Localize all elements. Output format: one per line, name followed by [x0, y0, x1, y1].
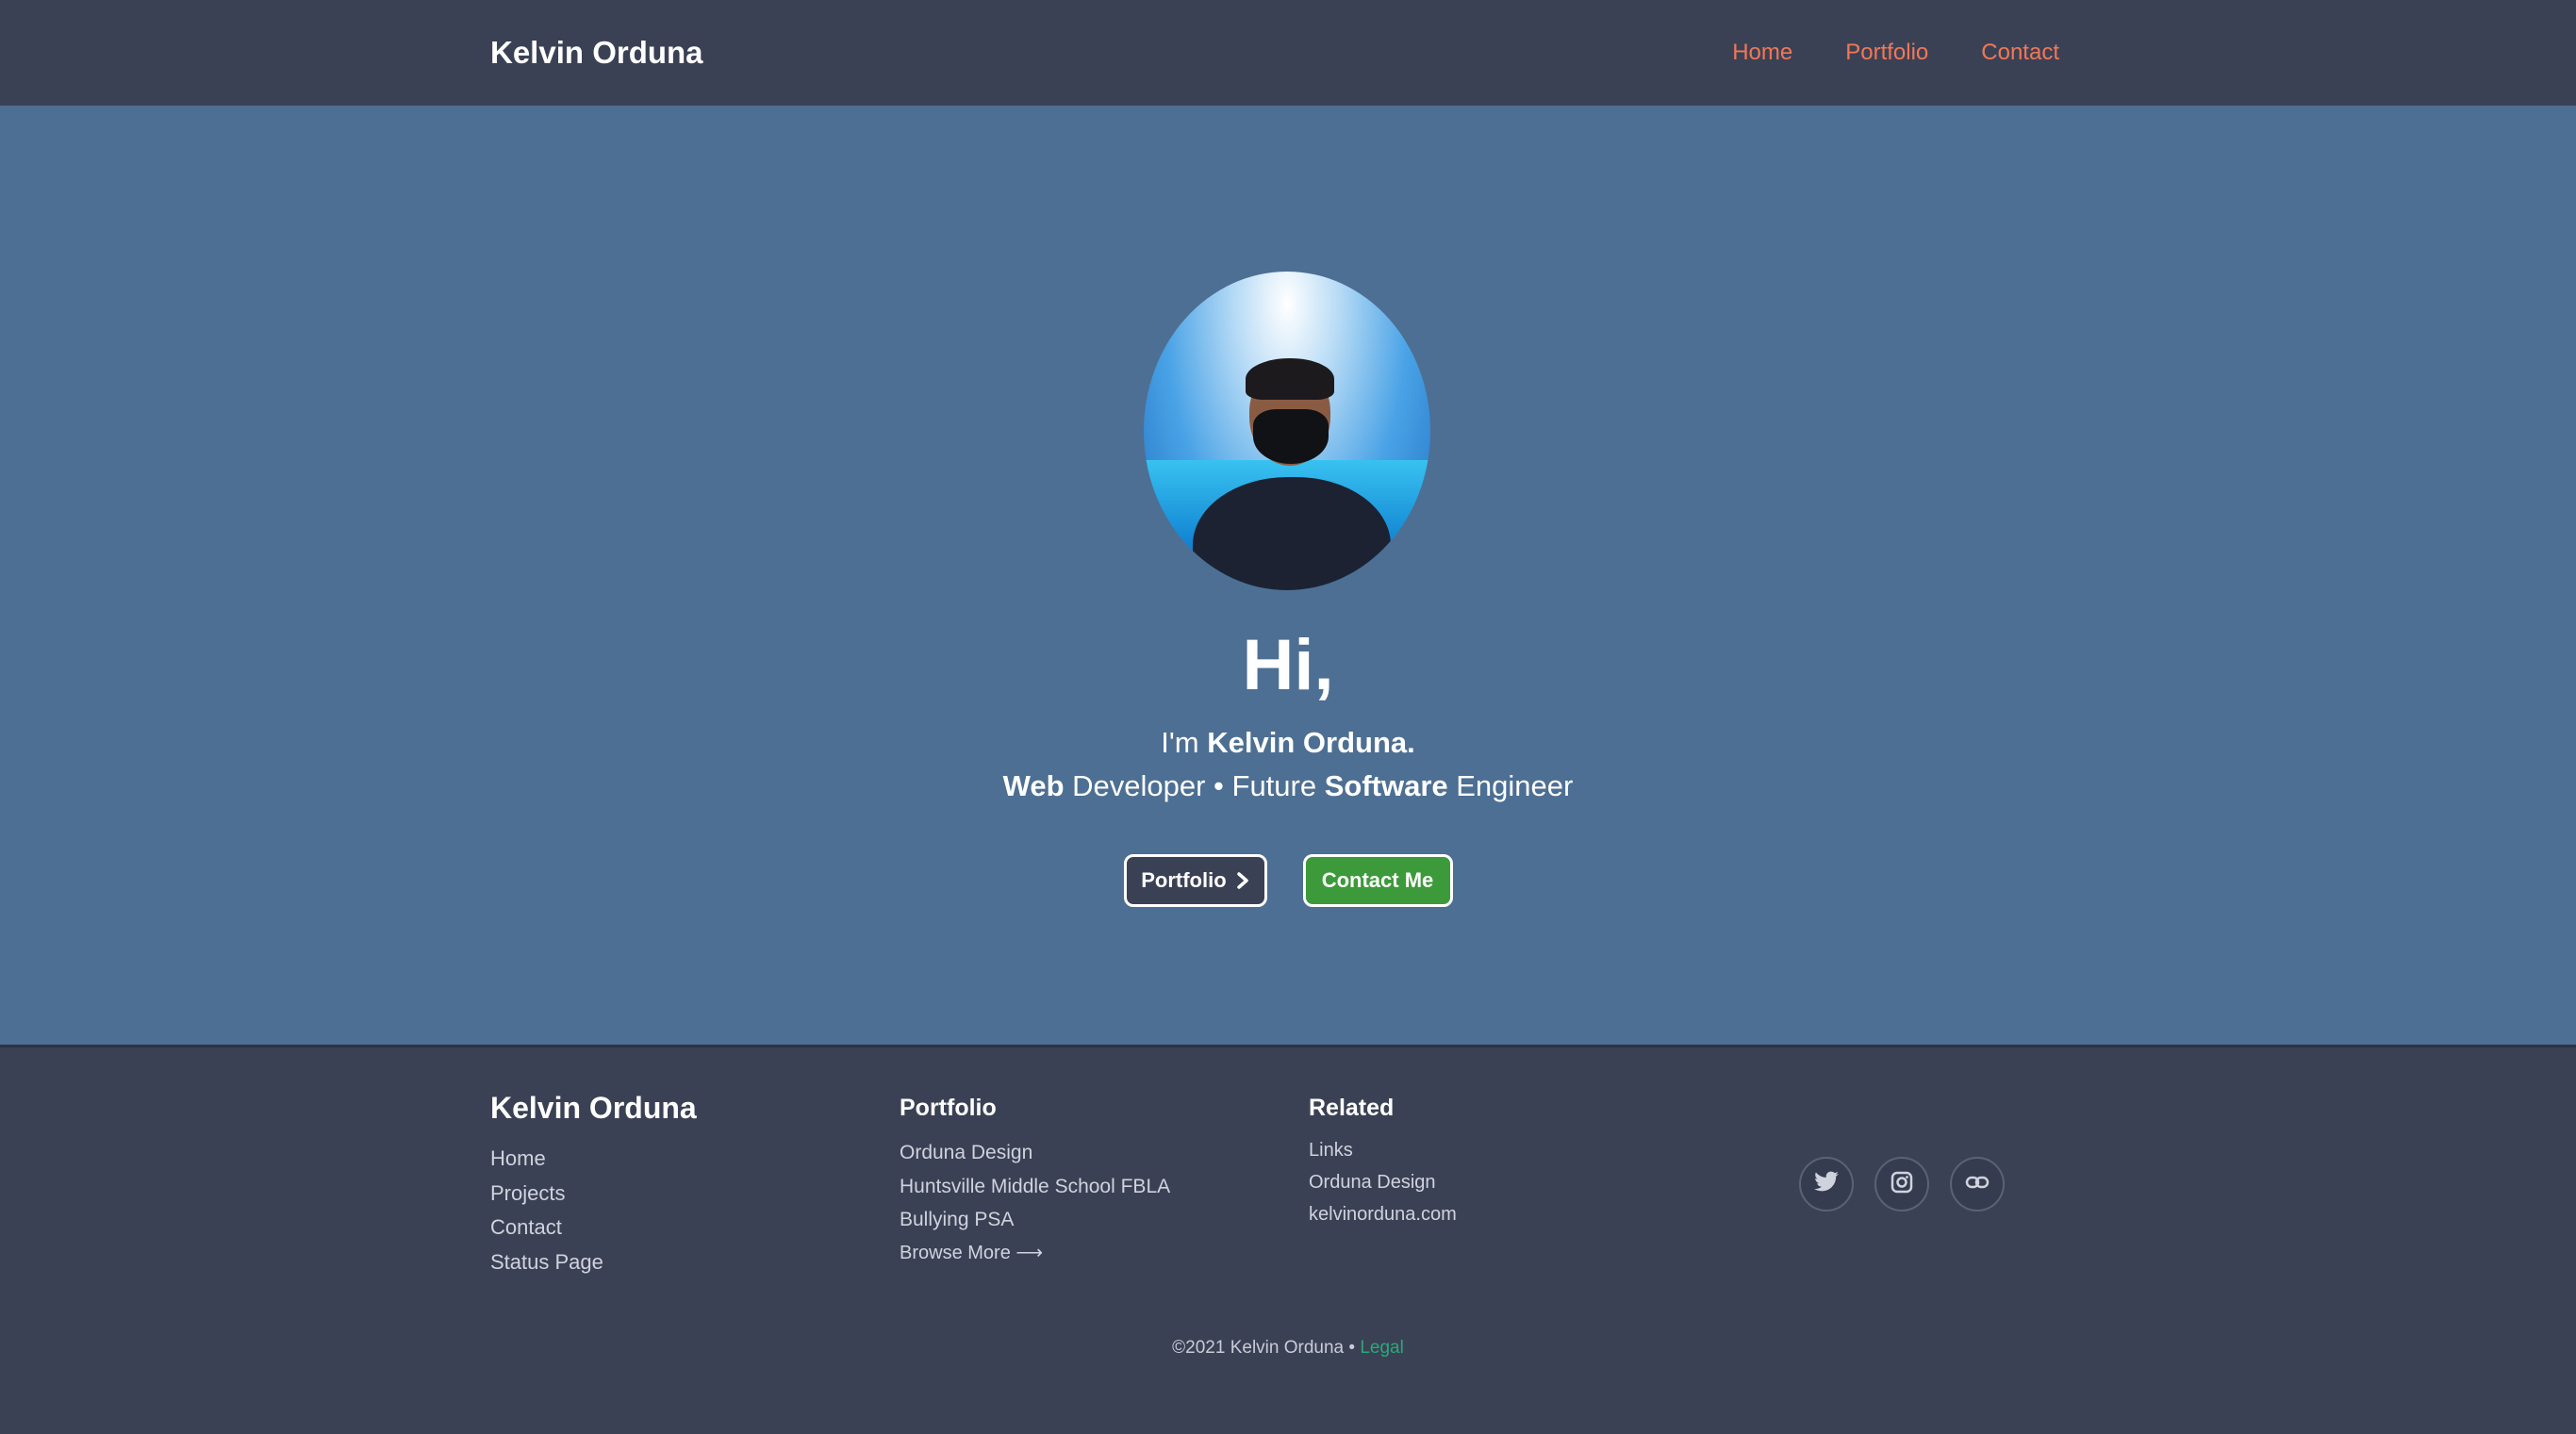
hero-section: Hi, I'm Kelvin Orduna. Web Developer • F…	[0, 106, 2576, 1045]
related-item-link[interactable]: Links	[1309, 1134, 1457, 1166]
related-item-link[interactable]: kelvinorduna.com	[1309, 1198, 1457, 1230]
footer-related-column: Related Links Orduna Design kelvinorduna…	[1309, 1089, 1457, 1230]
avatar-mask	[1253, 409, 1329, 464]
site-footer: Kelvin Orduna Home Projects Contact Stat…	[0, 1045, 2576, 1434]
footer-status-page-link[interactable]: Status Page	[490, 1245, 603, 1280]
nav-contact-link[interactable]: Contact	[1981, 32, 2059, 74]
tagline-part: Developer • Future	[1064, 769, 1325, 802]
footer-portfolio-heading: Portfolio	[900, 1095, 997, 1121]
intro-name: Kelvin Orduna.	[1207, 726, 1415, 759]
footer-projects-link[interactable]: Projects	[490, 1177, 603, 1211]
portfolio-item-link[interactable]: Orduna Design	[900, 1136, 1170, 1170]
link-icon	[1965, 1173, 1990, 1196]
footer-home-link[interactable]: Home	[490, 1142, 603, 1177]
footer-portfolio-column: Portfolio Orduna Design Huntsville Middl…	[900, 1089, 1170, 1270]
portfolio-item-link[interactable]: Huntsville Middle School FBLA	[900, 1170, 1170, 1204]
twitter-icon	[1813, 1171, 1840, 1198]
profile-avatar	[1144, 272, 1430, 590]
link-button[interactable]	[1950, 1157, 2005, 1211]
tagline-part: Engineer	[1447, 769, 1574, 802]
nav-home-link[interactable]: Home	[1732, 32, 1792, 74]
footer-contact-link[interactable]: Contact	[490, 1211, 603, 1245]
twitter-button[interactable]	[1799, 1157, 1854, 1211]
copyright-line: ©2021 Kelvin Orduna • Legal	[0, 1334, 2576, 1362]
related-item-link[interactable]: Orduna Design	[1309, 1166, 1457, 1198]
nav-portfolio-link[interactable]: Portfolio	[1845, 32, 1928, 74]
tagline-part: Web	[1002, 769, 1065, 802]
chevron-right-icon	[1236, 858, 1249, 905]
legal-link[interactable]: Legal	[1360, 1338, 1404, 1358]
copyright-text: ©2021 Kelvin Orduna •	[1172, 1338, 1356, 1358]
footer-nav-links: Home Projects Contact Status Page	[490, 1142, 603, 1279]
hero-greeting: Hi,	[1242, 625, 1334, 705]
avatar-hair	[1246, 358, 1334, 400]
hero-tagline: Web Developer • Future Software Engineer	[0, 766, 2576, 807]
site-brand[interactable]: Kelvin Orduna	[490, 30, 703, 75]
portfolio-button[interactable]: Portfolio	[1123, 854, 1267, 907]
contact-me-button[interactable]: Contact Me	[1302, 854, 1453, 907]
footer-related-heading: Related	[1309, 1095, 1395, 1121]
social-links	[1799, 1157, 2005, 1211]
main-nav: Home Portfolio Contact	[1732, 32, 2059, 74]
instagram-button[interactable]	[1874, 1157, 1929, 1211]
portfolio-button-label: Portfolio	[1141, 868, 1227, 892]
portfolio-item-link[interactable]: Bullying PSA	[900, 1203, 1170, 1237]
footer-brand: Kelvin Orduna	[490, 1091, 697, 1125]
browse-more-link[interactable]: Browse More ⟶	[900, 1237, 1170, 1271]
tagline-part: Software	[1324, 769, 1448, 802]
intro-prefix: I'm	[1161, 726, 1199, 759]
instagram-icon	[1891, 1171, 1913, 1198]
hero-intro: I'm Kelvin Orduna.	[0, 722, 2576, 764]
top-navbar: Kelvin Orduna Home Portfolio Contact	[0, 0, 2576, 106]
hero-buttons: Portfolio Contact Me	[0, 854, 2576, 907]
